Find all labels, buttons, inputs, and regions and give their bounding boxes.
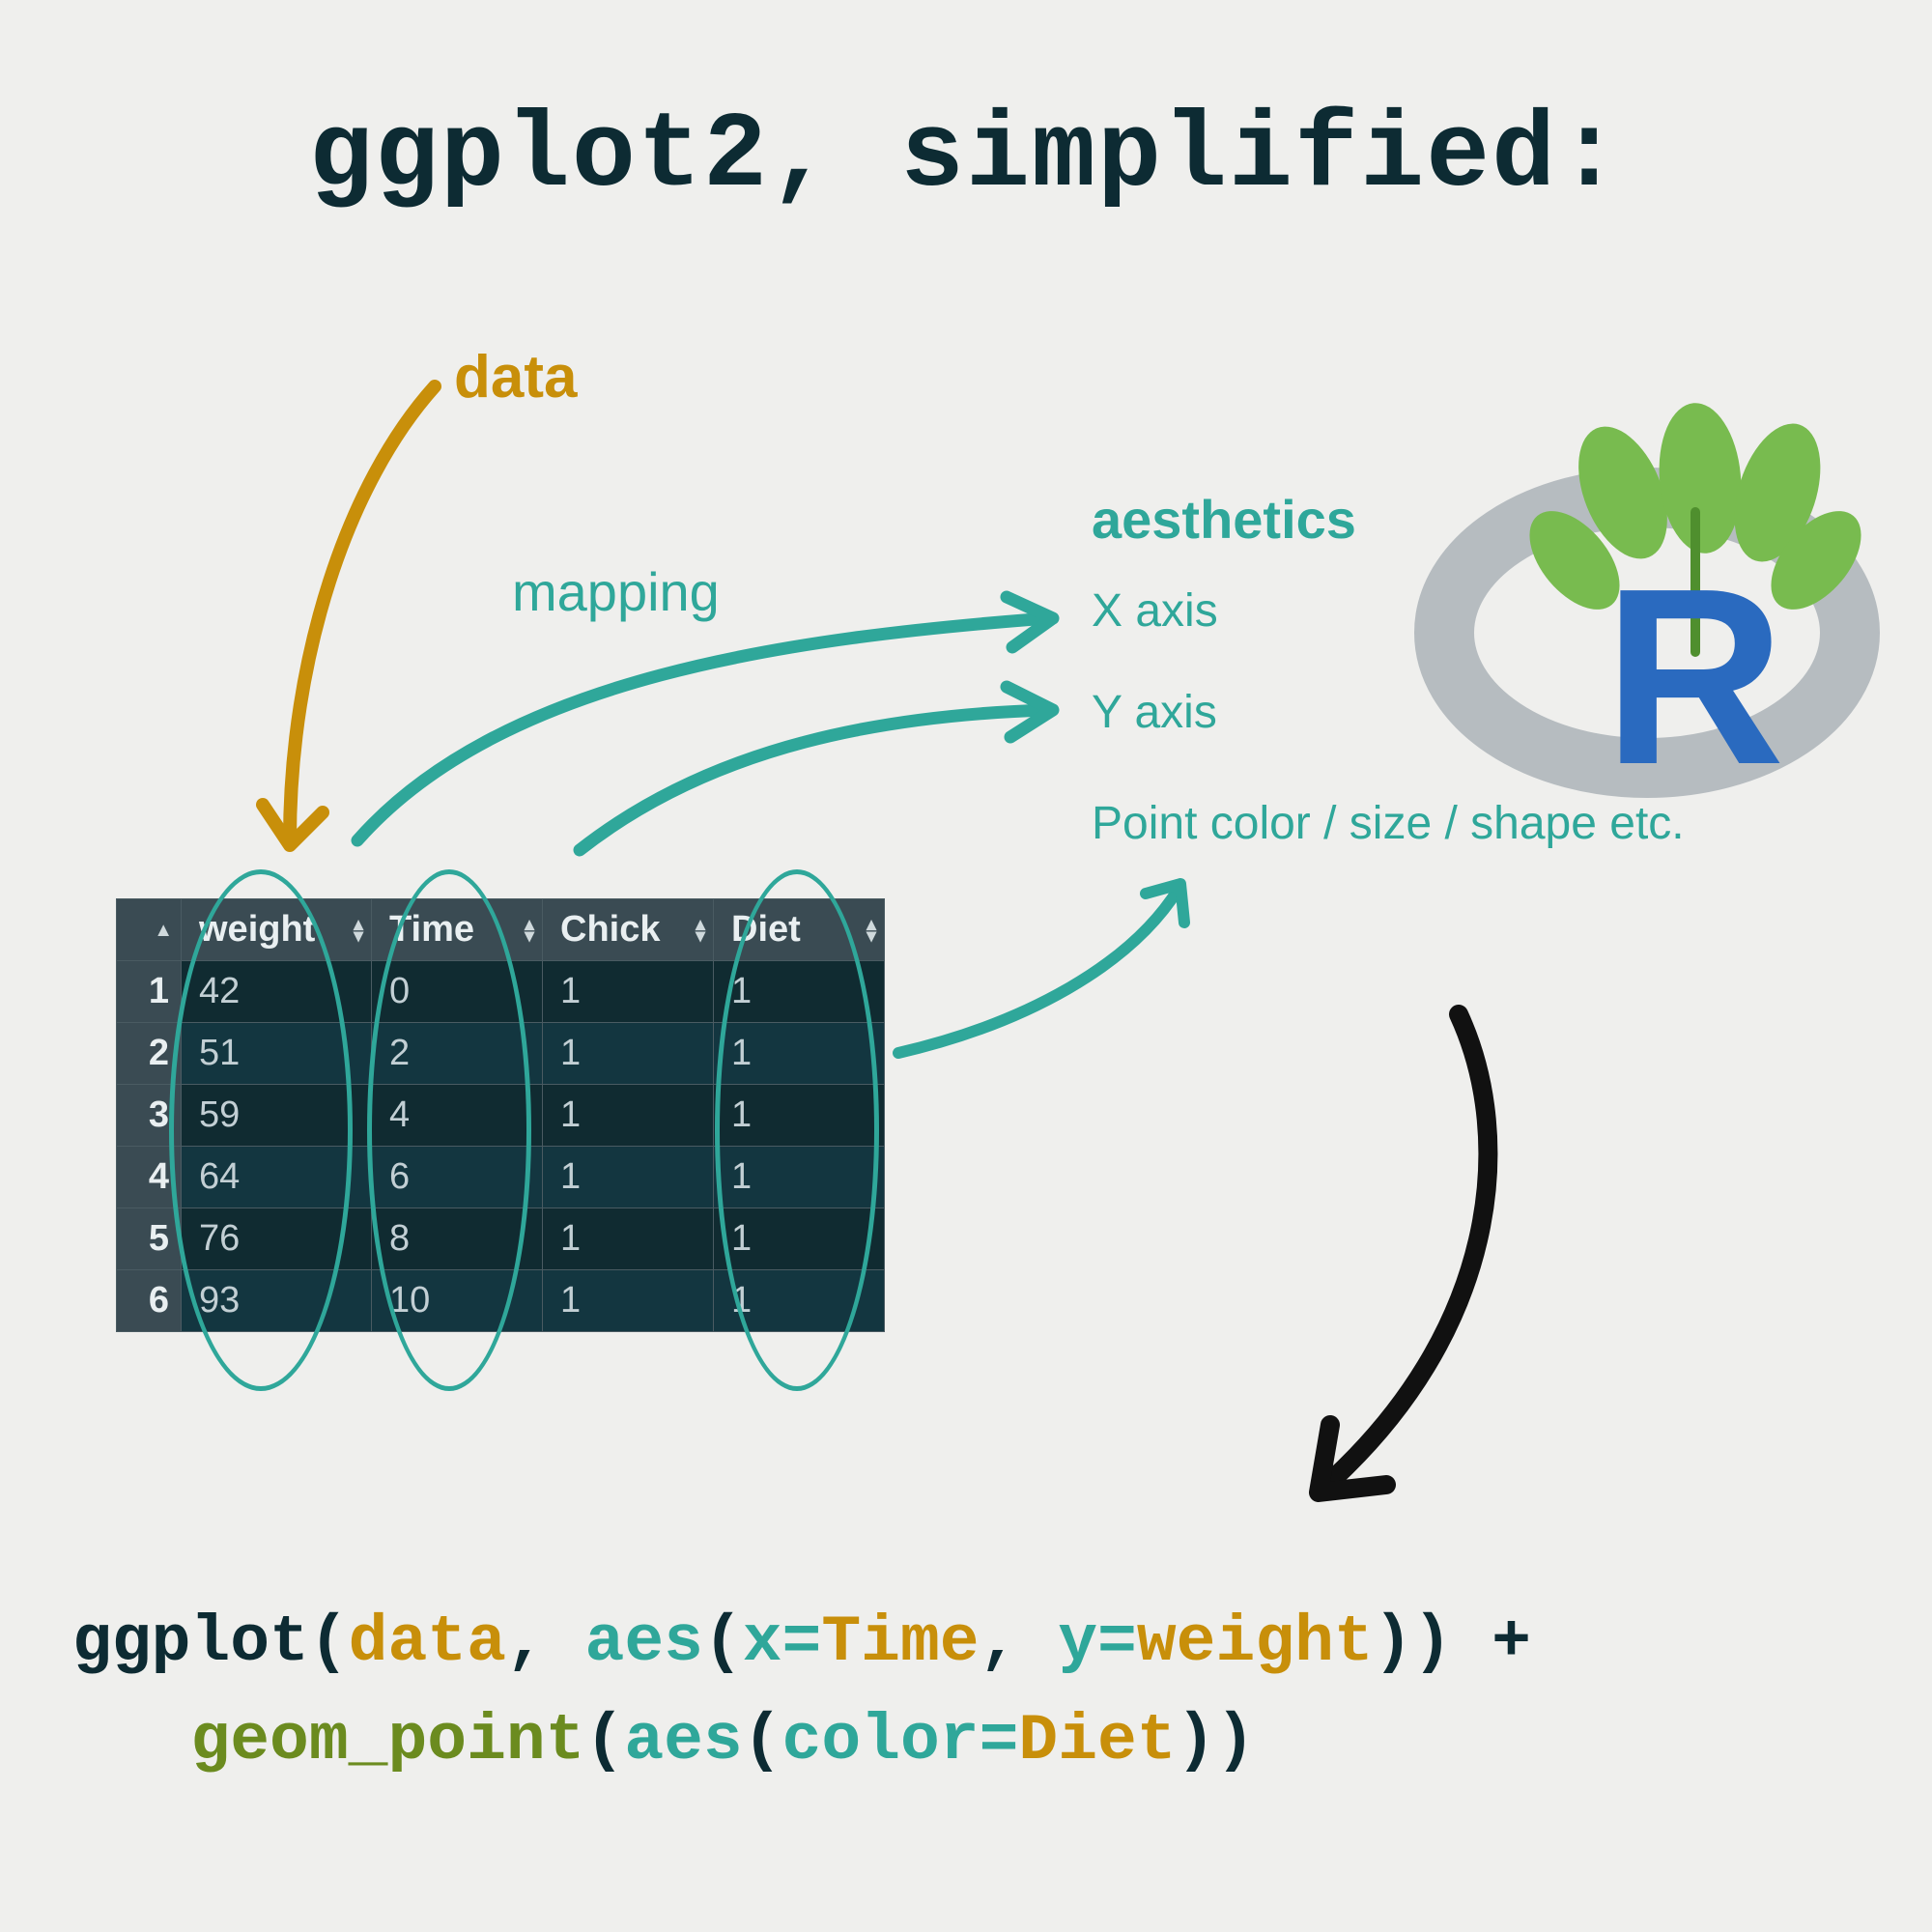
code-token: Time — [821, 1605, 979, 1680]
arrow-mapping-y-icon — [580, 687, 1053, 850]
highlight-oval-diet — [715, 869, 879, 1391]
label-data: data — [454, 343, 577, 412]
code-token: , — [506, 1605, 585, 1680]
table-header-index: ▲ — [117, 899, 182, 961]
cell-chick: 1 — [543, 1085, 714, 1147]
label-y-axis: Y axis — [1092, 686, 1217, 739]
code-token: ) — [1374, 1605, 1413, 1680]
code-token: geom_point — [190, 1704, 584, 1778]
code-token: ( — [585, 1704, 625, 1778]
code-token: color= — [782, 1704, 1019, 1778]
cell-chick: 1 — [543, 1270, 714, 1332]
highlight-oval-time — [367, 869, 531, 1391]
cell-chick: 1 — [543, 961, 714, 1023]
arrow-mapping-x-icon — [357, 597, 1053, 840]
label-mapping: mapping — [512, 560, 720, 623]
sort-icon: ▴▾ — [354, 919, 363, 942]
cell-chick: 1 — [543, 1147, 714, 1208]
cell-chick: 1 — [543, 1023, 714, 1085]
row-index: 5 — [117, 1208, 182, 1270]
code-token: ( — [743, 1704, 782, 1778]
row-index: 1 — [117, 961, 182, 1023]
row-index: 6 — [117, 1270, 182, 1332]
code-token: aes — [585, 1605, 703, 1680]
code-token: , — [980, 1605, 1059, 1680]
code-token: x= — [743, 1605, 822, 1680]
code-snippet: ggplot(data, aes(x=Time, y=weight)) + ge… — [72, 1594, 1874, 1791]
code-token: ) — [1215, 1704, 1255, 1778]
code-token: ) — [1177, 1704, 1216, 1778]
code-token: ggplot — [72, 1605, 309, 1680]
r-logo-letter: R — [1604, 537, 1785, 817]
code-token: ( — [703, 1605, 743, 1680]
code-token: y= — [1058, 1605, 1137, 1680]
code-token: Diet — [1018, 1704, 1176, 1778]
label-point-attrs: Point color / size / shape etc. — [1092, 797, 1685, 850]
arrow-mapping-point-icon — [898, 884, 1184, 1053]
code-token: weight — [1137, 1605, 1374, 1680]
code-token: data — [349, 1605, 506, 1680]
code-token: ) — [1413, 1605, 1453, 1680]
arrow-data-icon — [263, 386, 435, 845]
sort-icon: ▴▾ — [867, 919, 876, 942]
code-token — [72, 1704, 190, 1778]
r-logo-icon: R — [1444, 400, 1879, 817]
sort-icon: ▴▾ — [525, 919, 534, 942]
cell-chick: 1 — [543, 1208, 714, 1270]
code-token: aes — [624, 1704, 742, 1778]
code-token: + — [1452, 1605, 1531, 1680]
highlight-oval-weight — [169, 869, 353, 1391]
sort-icon: ▴▾ — [696, 919, 705, 942]
label-x-axis: X axis — [1092, 584, 1218, 638]
arrow-to-code-icon — [1319, 1014, 1488, 1492]
table-header-chick: Chick▴▾ — [543, 899, 714, 961]
code-token: ( — [309, 1605, 349, 1680]
page-title: ggplot2, simplified: — [0, 97, 1932, 217]
sort-icon: ▲ — [154, 924, 173, 936]
label-aesthetics: aesthetics — [1092, 488, 1356, 551]
